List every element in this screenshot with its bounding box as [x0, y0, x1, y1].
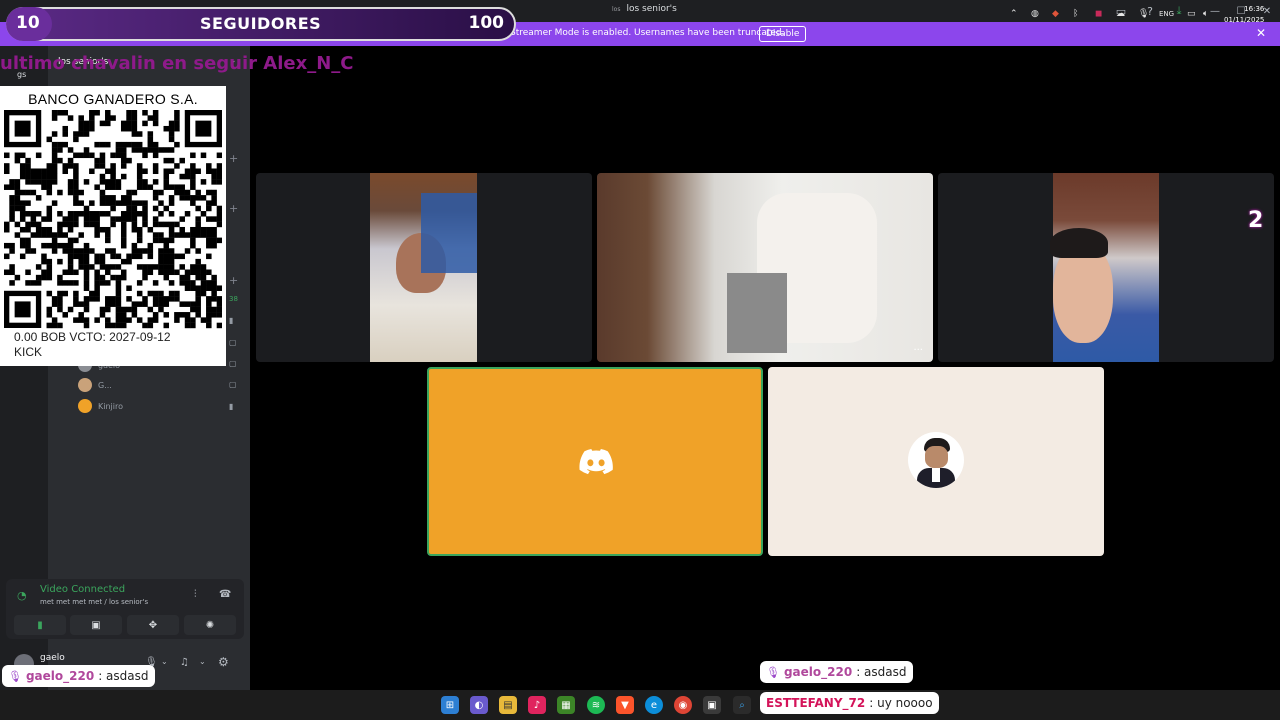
app-tray-icon[interactable]: ◼: [1095, 9, 1102, 19]
copilot-icon[interactable]: ◐: [470, 696, 488, 714]
add-channel-icon[interactable]: +: [229, 274, 238, 287]
followers-current: 10: [16, 13, 40, 33]
mic-icon: 🎙︎: [766, 665, 780, 679]
disable-streamer-mode-button[interactable]: Disable: [759, 26, 807, 42]
followers-goal-bar: 10 SEGUIDORES 100: [6, 7, 516, 41]
window-title-text: los senior's: [626, 4, 677, 14]
spotify-icon[interactable]: ≋: [587, 696, 605, 714]
pillow: [421, 193, 477, 273]
system-clock[interactable]: 16:36 01/11/2025: [1224, 4, 1264, 26]
mic-icon: 🎙︎: [8, 669, 22, 683]
chat-message: 🎙︎ gaelo_220 : asdasd: [2, 665, 155, 687]
add-channel-icon[interactable]: +: [229, 202, 238, 215]
chat-message: ESTTEFANY_72 : uy noooo: [760, 692, 939, 714]
qr-code: [4, 110, 222, 329]
chat-username: ESTTEFANY_72: [766, 696, 866, 710]
screen-share-button[interactable]: ▣: [70, 615, 122, 635]
side-counter: 2: [1248, 208, 1264, 233]
payment-amount: 0.00 BOB VCTO: 2027-09-12: [14, 330, 171, 344]
volume-icon[interactable]: 🔈︎: [1203, 9, 1208, 19]
mic-tray-icon[interactable]: 🎙︎: [1138, 9, 1149, 19]
disconnect-icon[interactable]: ☎: [219, 589, 231, 600]
chevron-up-icon[interactable]: ⌃: [1010, 9, 1018, 19]
chrome-icon[interactable]: ◉: [674, 696, 692, 714]
window-title: los los senior's: [612, 4, 677, 14]
activities-button[interactable]: ✥: [127, 615, 179, 635]
bluetooth-icon[interactable]: ᛒ: [1073, 9, 1078, 19]
video-tile[interactable]: ···: [597, 173, 933, 362]
participant-face: [1053, 243, 1113, 343]
last-follower-text: ultimo chavalin en seguir Alex_N_C: [0, 53, 354, 74]
more-options-icon[interactable]: ···: [913, 345, 923, 356]
discord-logo-icon: [579, 449, 613, 475]
screen-share-icon: ▢: [229, 359, 237, 368]
video-tile-speaking[interactable]: [427, 367, 763, 556]
video-tile[interactable]: [938, 173, 1274, 362]
voice-connection-panel: ◔ Video Connected met met met met / los …: [6, 579, 244, 639]
followers-goal: 100: [468, 13, 505, 33]
chevron-down-icon[interactable]: ⌄: [161, 657, 168, 666]
network-icon[interactable]: ▭: [1187, 9, 1196, 19]
chat-username: gaelo_220: [25, 669, 95, 683]
close-banner-icon[interactable]: ✕: [1256, 26, 1266, 40]
chat-message: 🎙︎ gaelo_220 : asdasd: [760, 661, 913, 683]
voice-count: 38: [229, 295, 238, 303]
add-channel-icon[interactable]: +: [229, 152, 238, 165]
brave-tray-icon[interactable]: ◆: [1052, 9, 1059, 19]
start-button[interactable]: ⊞: [441, 696, 459, 714]
participant-hair: [1050, 228, 1108, 258]
camera-button[interactable]: ▮: [14, 615, 66, 635]
screen-share-icon: ▢: [229, 338, 237, 347]
video-tile[interactable]: [768, 367, 1104, 556]
camera-icon: ▮: [229, 402, 234, 411]
payment-qr-card: BANCO GANADERO S.A. 0.00 BOB VCTO: 2027-…: [0, 86, 226, 366]
discord-tray-icon[interactable]: ◍: [1031, 9, 1039, 19]
headphones-icon[interactable]: ♫: [180, 657, 189, 668]
voice-channel-path[interactable]: met met met met / los senior's: [40, 598, 148, 606]
chevron-down-icon[interactable]: ⌄: [199, 657, 206, 666]
chat-text: : asdasd: [98, 669, 149, 683]
voice-status[interactable]: Video Connected: [40, 584, 125, 595]
music-icon[interactable]: ♪: [528, 696, 546, 714]
bank-name: BANCO GANADERO S.A.: [28, 91, 198, 107]
cloud-icon[interactable]: ☁: [1116, 9, 1125, 19]
signal-icon[interactable]: ◔: [17, 589, 27, 602]
clock-time: 16:36: [1244, 5, 1265, 13]
payment-note: KICK: [14, 345, 43, 359]
noise-suppression-icon[interactable]: ⫶: [194, 589, 197, 600]
soundboard-button[interactable]: ✺: [184, 615, 236, 635]
file-explorer-icon[interactable]: ▤: [499, 696, 517, 714]
chair: [727, 273, 787, 353]
brave-icon[interactable]: ▼: [616, 696, 634, 714]
store-icon[interactable]: ▣: [703, 696, 721, 714]
clock-date: 01/11/2025: [1224, 16, 1265, 24]
username[interactable]: gaelo: [40, 653, 65, 663]
chat-username: gaelo_220: [783, 665, 853, 679]
followers-label: SEGUIDORES: [200, 14, 322, 33]
chat-text: : asdasd: [856, 665, 907, 679]
avatar: [908, 432, 964, 488]
taskbar: ⊞ ◐ ▤ ♪ ▦ ≋ ▼ e ◉ ▣ ⌕: [0, 690, 1280, 720]
language-indicator[interactable]: ENG: [1159, 10, 1174, 18]
chat-text: : uy noooo: [869, 696, 933, 710]
minecraft-icon[interactable]: ▦: [557, 696, 575, 714]
edge-icon[interactable]: e: [645, 696, 663, 714]
gear-icon[interactable]: ⚙: [218, 655, 229, 669]
camera-icon: ▮: [229, 316, 234, 325]
screen-share-icon: ▢: [229, 380, 237, 389]
streamer-mode-message: Streamer Mode is enabled. Usernames have…: [510, 28, 785, 38]
title-server-icon: los: [612, 5, 621, 13]
search-icon[interactable]: ⌕: [733, 696, 751, 714]
video-tile[interactable]: [256, 173, 592, 362]
